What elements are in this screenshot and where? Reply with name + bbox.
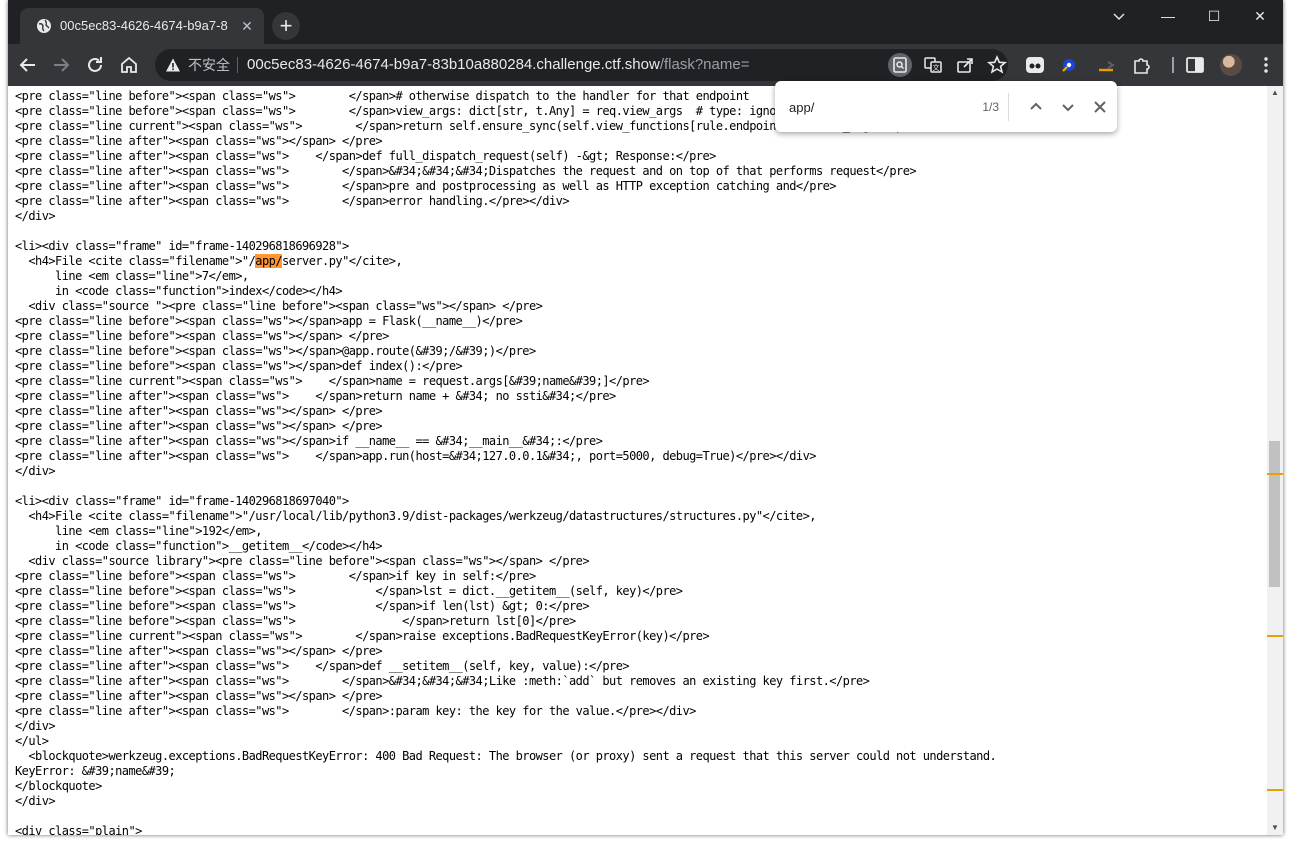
- url-host: 00c5ec83-4626-4674-b9a7-83b10a880284.cha…: [247, 56, 660, 73]
- extension-arrow-icon[interactable]: [1094, 53, 1118, 77]
- title-bar: 00c5ec83-4626-4674-b9a7-8 ✕ + — ☐ ✕: [8, 0, 1283, 44]
- bookmark-star-icon[interactable]: [985, 53, 1009, 77]
- share-icon[interactable]: [953, 53, 977, 77]
- url-text[interactable]: 00c5ec83-4626-4674-b9a7-83b10a880284.cha…: [247, 55, 749, 75]
- tab-search-icon[interactable]: [1099, 6, 1139, 26]
- url-path: /flask?name=: [659, 56, 750, 73]
- page-source-text: <pre class="line before"><span class="ws…: [15, 89, 997, 835]
- find-match-marker: [1267, 473, 1283, 475]
- address-divider: [237, 57, 238, 73]
- source-text-after: server.py"</cite>, line <em class="line"…: [15, 254, 997, 835]
- find-input[interactable]: [789, 97, 939, 117]
- find-divider: [1008, 93, 1009, 121]
- find-match-count: 1/3: [982, 100, 999, 114]
- new-tab-button[interactable]: +: [272, 12, 300, 40]
- scrollbar-thumb[interactable]: [1269, 441, 1280, 587]
- toolbar-divider: [1172, 57, 1174, 73]
- home-icon[interactable]: [117, 53, 141, 77]
- reload-icon[interactable]: [83, 53, 107, 77]
- close-window-button[interactable]: ✕: [1240, 6, 1280, 26]
- translate-icon[interactable]: 文: [921, 53, 945, 77]
- scroll-up-arrow-icon[interactable]: ▲: [1267, 86, 1283, 100]
- puzzle-icon[interactable]: [1130, 53, 1154, 77]
- toolbar: 不安全 00c5ec83-4626-4674-b9a7-83b10a880284…: [8, 44, 1283, 86]
- find-bar: 1/3: [775, 81, 1117, 132]
- maximize-button[interactable]: ☐: [1194, 6, 1234, 26]
- find-match-highlight: app/: [255, 254, 283, 268]
- find-in-page-icon[interactable]: [888, 53, 912, 77]
- address-bar[interactable]: 不安全 00c5ec83-4626-4674-b9a7-83b10a880284…: [155, 49, 1008, 81]
- chevron-down-icon[interactable]: [1056, 95, 1080, 119]
- chevron-up-icon[interactable]: [1024, 95, 1048, 119]
- extension-mask-icon[interactable]: [1023, 53, 1047, 77]
- back-arrow-icon[interactable]: [16, 53, 40, 77]
- close-icon[interactable]: ✕: [238, 17, 256, 35]
- find-match-marker: [1267, 789, 1283, 791]
- globe-icon: [37, 19, 51, 33]
- browser-window: 00c5ec83-4626-4674-b9a7-8 ✕ + — ☐ ✕ 不安全 …: [8, 0, 1283, 835]
- forward-arrow-icon[interactable]: [49, 53, 73, 77]
- vertical-scrollbar[interactable]: ▲ ▼: [1267, 86, 1283, 835]
- security-label[interactable]: 不安全: [188, 56, 230, 74]
- side-panel-icon[interactable]: [1183, 53, 1207, 77]
- menu-dots-icon[interactable]: [1254, 53, 1278, 77]
- minimize-button[interactable]: —: [1148, 6, 1188, 26]
- tab-active[interactable]: 00c5ec83-4626-4674-b9a7-8 ✕: [20, 8, 264, 44]
- find-match-marker: [1267, 635, 1283, 637]
- tab-title: 00c5ec83-4626-4674-b9a7-8: [60, 18, 228, 33]
- close-find-icon[interactable]: [1088, 95, 1112, 119]
- svg-text:文: 文: [933, 63, 940, 72]
- page-content: <pre class="line before"><span class="ws…: [8, 86, 1267, 835]
- scroll-down-arrow-icon[interactable]: ▼: [1267, 821, 1283, 835]
- background-window-edge-right: [1283, 200, 1291, 843]
- extension-blue-icon[interactable]: [1057, 53, 1081, 77]
- warning-icon[interactable]: [165, 57, 181, 73]
- profile-avatar[interactable]: [1220, 54, 1242, 76]
